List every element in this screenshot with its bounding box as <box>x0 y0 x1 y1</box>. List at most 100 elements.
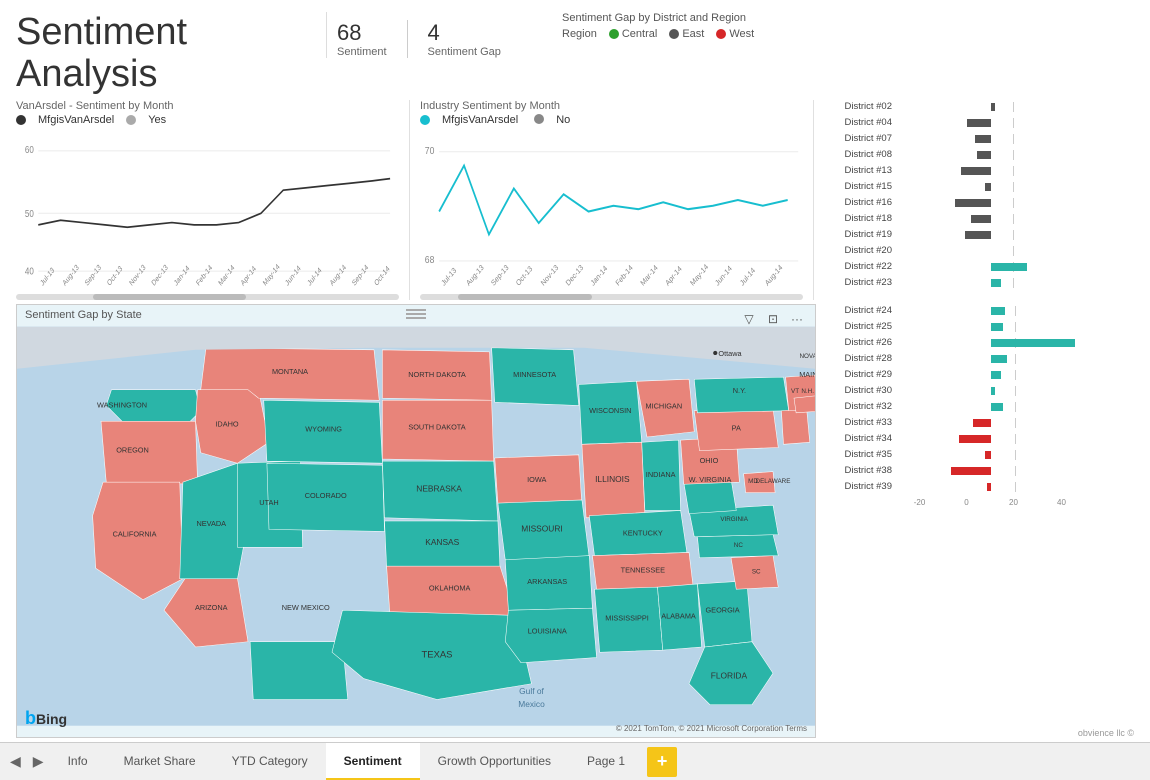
map-controls: ▽ ⊡ ··· <box>739 309 807 329</box>
svg-text:70: 70 <box>425 145 435 157</box>
svg-text:Apr-14: Apr-14 <box>239 263 258 287</box>
bar-row: District #15 <box>824 180 1130 194</box>
tab-page-1[interactable]: Page 1 <box>569 743 643 780</box>
drag-line-2 <box>406 313 426 315</box>
svg-text:NOVA...: NOVA... <box>799 353 815 360</box>
svg-text:Ottawa: Ottawa <box>718 349 742 358</box>
svg-text:60: 60 <box>25 144 34 155</box>
tab-prev-btn[interactable]: ◀ <box>4 743 27 780</box>
drag-line-1 <box>406 309 426 311</box>
svg-text:MINNESOTA: MINNESOTA <box>513 370 556 379</box>
metrics-area: 68 Sentiment 4 Sentiment Gap <box>326 12 546 58</box>
map-drag-handle[interactable] <box>406 309 426 319</box>
svg-text:Sep-14: Sep-14 <box>350 262 370 288</box>
map-attribution: © 2021 TomTom, © 2021 Microsoft Corporat… <box>616 724 807 733</box>
svg-text:Jul-14: Jul-14 <box>306 265 323 288</box>
tab-add-btn[interactable]: + <box>647 747 677 777</box>
svg-text:Feb-14: Feb-14 <box>614 262 635 287</box>
map-filter-btn[interactable]: ▽ <box>739 309 759 329</box>
svg-text:Sep-13: Sep-13 <box>489 262 510 287</box>
svg-text:Jun-14: Jun-14 <box>713 263 733 287</box>
right-legend-panel: Sentiment Gap by District and Region Reg… <box>546 12 1134 40</box>
svg-text:N.Y.: N.Y. <box>733 385 746 394</box>
bing-logo: bBing <box>25 708 67 729</box>
svg-text:ALABAMA: ALABAMA <box>661 611 696 620</box>
bar-row: District #26 <box>824 336 1134 350</box>
district-bar-chart[interactable]: District #02 District #04 District #07 <box>824 100 1134 300</box>
svg-text:Nov-13: Nov-13 <box>128 262 148 288</box>
bar-row: District #08 <box>824 148 1130 162</box>
svg-text:IDAHO: IDAHO <box>215 419 239 428</box>
svg-text:KENTUCKY: KENTUCKY <box>623 528 663 537</box>
svg-text:Aug-13: Aug-13 <box>464 262 485 287</box>
svg-text:Aug-14: Aug-14 <box>328 262 348 288</box>
sentiment-label: Sentiment <box>337 46 387 58</box>
vanarsdel-chart-panel: VanArsdel - Sentiment by Month MfgisVanA… <box>16 100 399 300</box>
svg-text:May-14: May-14 <box>261 261 281 287</box>
svg-text:OKLAHOMA: OKLAHOMA <box>429 583 471 592</box>
svg-text:MAINE: MAINE <box>799 370 815 379</box>
svg-text:ARKANSAS: ARKANSAS <box>527 577 567 586</box>
tab-info[interactable]: Info <box>50 743 106 780</box>
industry-no-dot <box>534 114 544 124</box>
bar-row: District #07 <box>824 132 1130 146</box>
svg-text:IOWA: IOWA <box>527 475 546 484</box>
svg-text:W. VIRGINIA: W. VIRGINIA <box>689 475 732 484</box>
tab-market-share[interactable]: Market Share <box>106 743 214 780</box>
svg-text:GEORGIA: GEORGIA <box>705 605 739 614</box>
svg-text:Jul-13: Jul-13 <box>38 265 55 288</box>
tab-growth-opportunities[interactable]: Growth Opportunities <box>420 743 569 780</box>
gap-value: 4 <box>428 20 501 46</box>
svg-text:Mar-14: Mar-14 <box>217 262 236 287</box>
map-expand-btn[interactable]: ⊡ <box>763 309 783 329</box>
main-content: Sentiment Analysis 68 Sentiment 4 Sentim… <box>0 0 1150 742</box>
map-more-btn[interactable]: ··· <box>787 309 807 329</box>
svg-text:Mar-14: Mar-14 <box>639 262 660 287</box>
industry-scrollbar[interactable] <box>420 294 803 300</box>
svg-text:NEW MEXICO: NEW MEXICO <box>282 603 330 612</box>
svg-text:DELAWARE: DELAWARE <box>756 478 791 485</box>
bar-row: District #32 <box>824 400 1134 414</box>
obvience-label: obvience llc © <box>824 728 1134 738</box>
vanarsdel-chart-area: 60 50 40 Jul-13 Aug-13 Sep-13 Oct-13 Nov… <box>16 130 399 292</box>
bar-row: District #18 <box>824 212 1130 226</box>
west-dot <box>716 29 726 39</box>
map-svg-container: WASHINGTON OREGON CALIFORNIA IDAHO NEVAD… <box>17 325 815 727</box>
tab-sentiment[interactable]: Sentiment <box>326 743 420 780</box>
svg-text:CALIFORNIA: CALIFORNIA <box>113 529 157 538</box>
tab-next-btn[interactable]: ▶ <box>27 743 50 780</box>
right-bar-panel: District #02 District #04 District #07 <box>824 100 1134 300</box>
district-bars-container[interactable]: District #24 District #25 District #26 <box>824 304 1134 726</box>
tab-ytd-category[interactable]: YTD Category <box>214 743 326 780</box>
east-dot <box>669 29 679 39</box>
svg-text:68: 68 <box>425 254 435 266</box>
svg-text:NEVADA: NEVADA <box>196 519 226 528</box>
svg-text:40: 40 <box>25 265 34 276</box>
svg-text:FLORIDA: FLORIDA <box>711 670 748 680</box>
svg-text:MONTANA: MONTANA <box>272 367 308 376</box>
bar-row: District #24 <box>824 304 1134 318</box>
industry-dot <box>420 115 430 125</box>
svg-text:MICHIGAN: MICHIGAN <box>645 401 682 410</box>
bar-row: District #20 <box>824 244 1130 258</box>
bar-row: District #28 <box>824 352 1134 366</box>
vanarsdel-dot <box>16 115 26 125</box>
vanarsdel-scrollbar[interactable] <box>16 294 399 300</box>
svg-text:Oct-13: Oct-13 <box>514 263 534 287</box>
svg-text:TEXAS: TEXAS <box>422 649 453 660</box>
svg-text:WISCONSIN: WISCONSIN <box>589 405 631 414</box>
page-title: Sentiment Analysis <box>16 12 316 96</box>
svg-text:Aug-14: Aug-14 <box>763 262 784 287</box>
svg-text:TENNESSEE: TENNESSEE <box>621 565 665 574</box>
bar-row: District #02 <box>824 100 1130 114</box>
svg-text:NORTH DAKOTA: NORTH DAKOTA <box>408 370 466 379</box>
industry-scrollbar-thumb <box>458 294 592 300</box>
bar-row: District #25 <box>824 320 1134 334</box>
svg-text:ILLINOIS: ILLINOIS <box>595 474 630 484</box>
industry-chart-panel: Industry Sentiment by Month MfgisVanArsd… <box>420 100 803 300</box>
svg-text:INDIANA: INDIANA <box>646 469 676 478</box>
svg-text:OHIO: OHIO <box>700 456 719 465</box>
svg-text:ARIZONA: ARIZONA <box>195 603 228 612</box>
central-dot <box>609 29 619 39</box>
metric-divider <box>407 20 408 58</box>
